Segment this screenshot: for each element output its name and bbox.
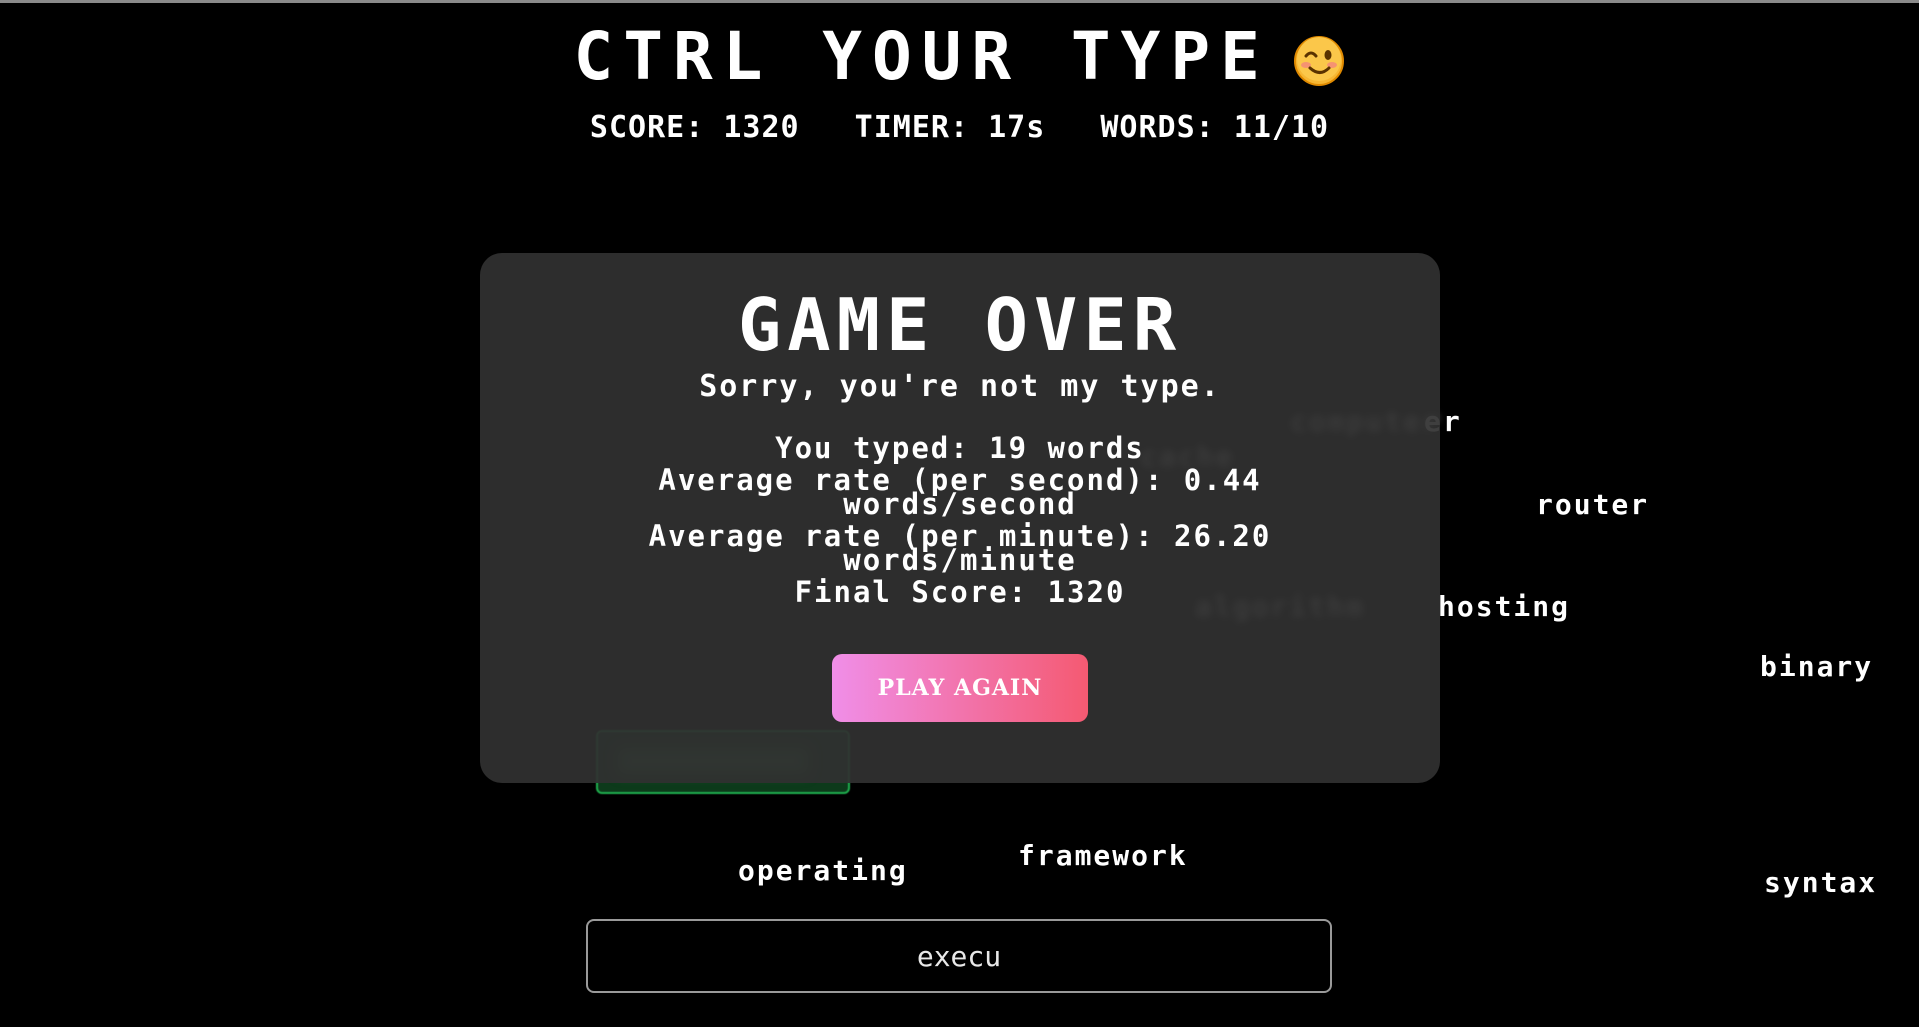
winking-face-icon — [1294, 35, 1345, 86]
falling-word-framework: framework — [1018, 839, 1188, 872]
play-again-button[interactable]: PLAY AGAIN — [832, 654, 1088, 722]
timer-display: TIMER: 17s — [854, 110, 1046, 145]
window-top-border — [0, 0, 1919, 3]
falling-word-operating: operating — [738, 854, 908, 887]
header: CTRL YOUR TYPE — [0, 18, 1919, 95]
words-typed-text: You typed: 19 words — [775, 431, 1145, 465]
rate-per-second-unit: words/second — [843, 487, 1077, 521]
stats-bar: SCORE: 1320 TIMER: 17s WORDS: 11/10 — [0, 110, 1919, 145]
typing-input[interactable] — [586, 919, 1332, 993]
words-counter: WORDS: 11/10 — [1100, 110, 1330, 145]
final-score-text: Final Score: 1320 — [794, 575, 1126, 609]
falling-word-syntax: syntax — [1764, 866, 1878, 899]
score-display: SCORE: 1320 — [589, 110, 800, 145]
falling-word-router: router — [1536, 488, 1650, 521]
game-over-modal: GAME OVER Sorry, you're not my type. You… — [480, 253, 1440, 783]
game-title: CTRL YOUR TYPE — [573, 18, 1270, 95]
rate-per-minute-unit: words/minute — [843, 543, 1077, 577]
game-over-subtitle: Sorry, you're not my type. — [699, 369, 1221, 404]
falling-word-binary: binary — [1760, 650, 1874, 683]
game-over-title: GAME OVER — [737, 283, 1183, 367]
falling-word-hosting: hosting — [1438, 590, 1571, 623]
results-summary: You typed: 19 words Average rate (per se… — [480, 432, 1440, 608]
